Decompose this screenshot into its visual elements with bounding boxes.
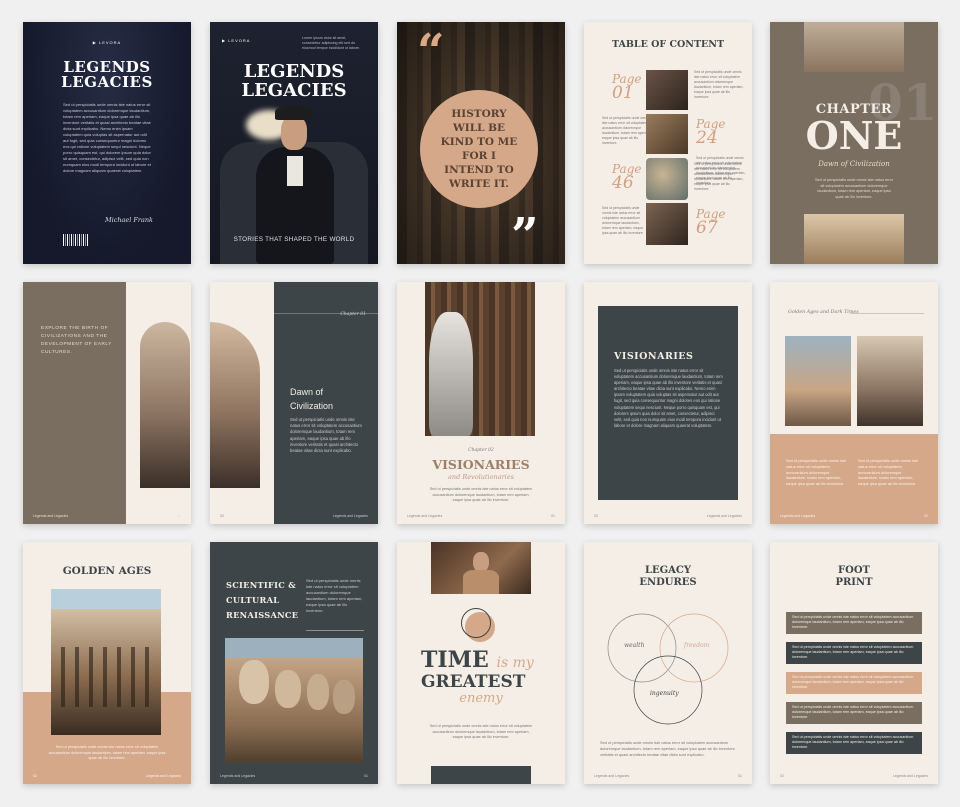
chapter-top-photo [804, 22, 904, 72]
close-quote-icon: ” [511, 208, 539, 264]
page-legacy-endures[interactable]: LEGACY ENDURES wealth freedom ingenuity … [584, 542, 752, 784]
section-title: SCIENTIFIC & CULTURAL RENAISSANCE [226, 580, 299, 620]
page-golden-ages[interactable]: GOLDEN AGES Sed ut perspiciatis unde omn… [23, 542, 191, 784]
toc-entry-1[interactable]: Page 01 [612, 72, 641, 102]
quote-circle: HISTORY WILL BE KIND TO ME FOR I INTEND … [420, 90, 538, 208]
bust-photo [425, 282, 535, 436]
palace-photo [51, 589, 161, 735]
page-dawn-of-civilization[interactable]: Chapter 01 Dawn of Civilization Sed ut p… [210, 282, 378, 524]
footprint-band-4: Sed ut perspiciatis unde omnis iste natu… [786, 702, 922, 724]
ruins-photo [857, 336, 923, 426]
page-footer: Legends and Legacies 01 [594, 774, 742, 778]
page-footer: 02 Legends and Legacies [220, 514, 368, 518]
footprint-band-3: Sed ut perspiciatis unde omnis iste natu… [786, 672, 922, 694]
arch-photo [210, 322, 260, 488]
blurb-text: Sed ut perspiciatis unde omnis iste natu… [63, 102, 151, 173]
toc-photo-1 [646, 70, 688, 110]
barcode [63, 234, 89, 246]
cover-subtitle: STORIES THAT SHAPED THE WORLD [233, 236, 355, 243]
footprint-band-5: Sed ut perspiciatis unde omnis iste natu… [786, 732, 922, 754]
toc-entry-4[interactable]: Page 67 [696, 207, 725, 237]
page-footer: 02 Legends and Legacies [33, 774, 181, 778]
chapter-title: ONE [805, 113, 903, 158]
page-quote[interactable]: “ HISTORY WILL BE KIND TO ME FOR I INTEN… [397, 22, 565, 264]
page-intro-arch[interactable]: EXPLORE THE BIRTH OF CIVILIZATIONS AND T… [23, 282, 191, 524]
intro-text: EXPLORE THE BIRTH OF CIVILIZATIONS AND T… [41, 326, 112, 355]
chapter-bottom-photo [804, 214, 904, 264]
page-back-cover[interactable]: ▶ LEVORA LEGENDS LEGACIES Sed ut perspic… [23, 22, 191, 264]
toc-photo-4 [646, 203, 688, 245]
man-portrait-photo [431, 542, 531, 594]
footprint-band-2: Sed ut perspiciatis unde omnis iste natu… [786, 642, 922, 664]
page-table-of-content[interactable]: TABLE OF CONTENT Page 01 Sed ut perspici… [584, 22, 752, 264]
section-title: LEGACY ENDURES [639, 565, 697, 588]
accent-ring [461, 608, 491, 638]
toc-photo-2 [646, 114, 688, 154]
panel-title: VISIONARIES [614, 351, 694, 362]
brand-logo: ▶ LEVORA [222, 38, 251, 43]
mount-rushmore-photo [225, 638, 363, 763]
gazebo-photo [785, 336, 851, 426]
section-title: Dawn of Civilization [290, 387, 334, 411]
book-title: LEGENDS LEGACIES [61, 58, 153, 91]
cover-top-text: Lorem ipsum dolor sit amet, consectetur … [302, 36, 360, 50]
section-title: VISIONARIES [432, 457, 530, 472]
venn-label-freedom: freedom [684, 642, 710, 649]
page-visionaries-text[interactable]: VISIONARIES Sed ut perspiciatis unde omn… [584, 282, 752, 524]
page-footer: Legends and Legacies 01 [220, 774, 368, 778]
chapter-subtitle: Dawn of Civilization [818, 160, 890, 168]
book-title: LEGENDS LEGACIES [241, 61, 347, 101]
chapter-label: Chapter 02 [468, 448, 494, 453]
page-footer: 02 Legends and Legacies [594, 514, 742, 518]
page-visionaries-intro[interactable]: Chapter 02 VISIONARIES and Revolutionari… [397, 282, 565, 524]
page-chapter-one[interactable]: 01 CHAPTER ONE Dawn of Civilization Sed … [770, 22, 938, 264]
page-golden-dark-times[interactable]: Golden Ages and Dark Times Sed ut perspi… [770, 282, 938, 524]
quote-text: HISTORY WILL BE KIND TO ME FOR I INTEND … [440, 108, 518, 190]
page-front-cover[interactable]: ▶ LEVORA Lorem ipsum dolor sit amet, con… [210, 22, 378, 264]
quote-enemy: enemy [459, 691, 503, 706]
open-quote-icon: “ [417, 24, 445, 80]
section-title: FOOT PRINT [835, 565, 873, 588]
toc-title: TABLE OF CONTENT [611, 39, 725, 50]
page-footprint[interactable]: FOOT PRINT Sed ut perspiciatis unde omni… [770, 542, 938, 784]
page-renaissance[interactable]: SCIENTIFIC & CULTURAL RENAISSANCE Sed ut… [210, 542, 378, 784]
brand-logo: ▶ LEVORA [92, 40, 122, 45]
quote-time: TIME is my [421, 647, 534, 673]
page-time-quote[interactable]: TIME is my GREATEST enemy Sed ut perspic… [397, 542, 565, 784]
quote-greatest: GREATEST [421, 672, 526, 692]
venn-diagram [607, 613, 729, 725]
page-footer: Legends and Legacies 01 [33, 514, 181, 518]
page-footer: Legends and Legacies 01 [407, 514, 555, 518]
toc-entry-3[interactable]: Page 46 [612, 162, 641, 192]
toc-photo-3 [646, 158, 688, 200]
section-subtitle: and Revolutionaries [448, 473, 514, 481]
section-title: GOLDEN AGES [62, 565, 152, 577]
arch-photo [140, 322, 190, 488]
venn-label-ingenuity: ingenuity [650, 690, 679, 697]
page-footer: 02 Legends and Legacies [780, 774, 928, 778]
chapter-label: Chapter 01 [340, 312, 366, 317]
page-heading: Golden Ages and Dark Times [788, 310, 859, 315]
page-footer: Legends and Legacies 01 [780, 514, 928, 518]
signature: Michael Frank [104, 216, 153, 224]
bottom-bar [431, 766, 531, 784]
venn-label-wealth: wealth [624, 642, 645, 649]
toc-entry-2[interactable]: Page 24 [696, 117, 725, 147]
footprint-band-1: Sed ut perspiciatis unde omnis iste natu… [786, 612, 922, 634]
